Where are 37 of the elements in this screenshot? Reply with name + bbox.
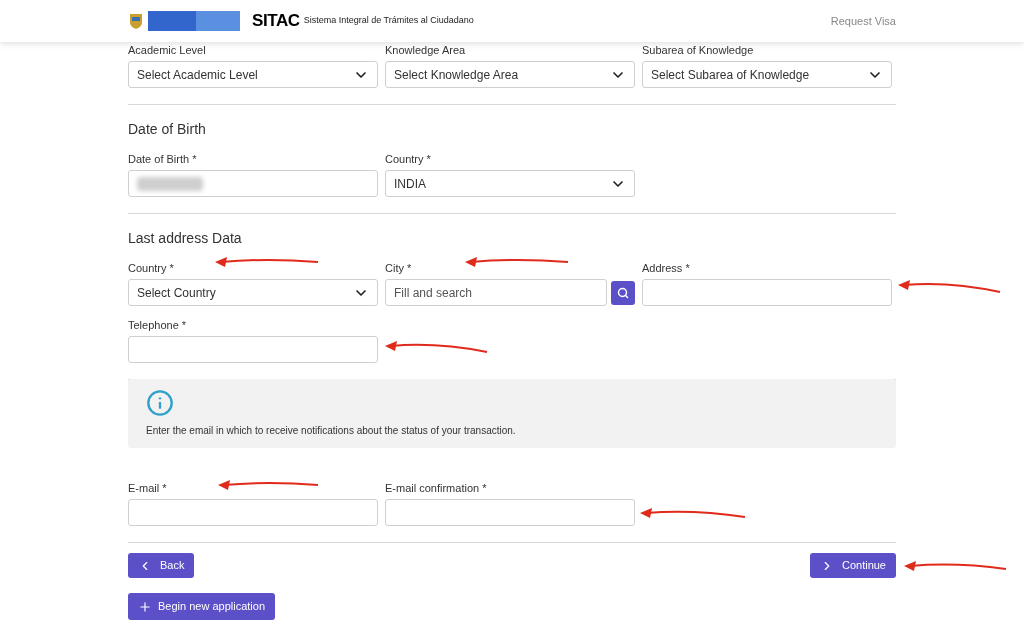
request-visa-link[interactable]: Request Visa xyxy=(830,12,896,30)
notice-text: Enter the email in which to receive notifications about the status of your transaction. xyxy=(146,424,517,438)
input-field[interactable] xyxy=(642,279,892,306)
input-field[interactable] xyxy=(385,499,635,526)
continue-button[interactable]: Continue xyxy=(809,553,896,578)
field-label: Date of Birth * xyxy=(128,152,197,166)
field-label: E-mail * xyxy=(128,481,167,495)
brand-subtitle: Sistema Integral de Trámites al Ciudadano xyxy=(303,14,474,28)
select-field[interactable]: Select Subarea of Knowledge xyxy=(642,61,892,88)
input-field[interactable] xyxy=(128,336,378,363)
field-label: Address * xyxy=(642,261,690,275)
field-label: City * xyxy=(385,261,412,275)
select-field[interactable]: Select Knowledge Area xyxy=(385,61,635,88)
section-title: Date of Birth xyxy=(128,120,207,139)
select-field[interactable]: INDIA xyxy=(385,170,635,197)
back-button[interactable]: Back xyxy=(128,553,195,578)
brand-name: SITAC xyxy=(252,10,300,33)
search-field[interactable]: Fill and search xyxy=(385,279,607,306)
blurred-value xyxy=(137,176,203,191)
field-label: Country * xyxy=(128,261,174,275)
crest-icon xyxy=(128,12,144,30)
date-field[interactable] xyxy=(128,170,378,197)
info-icon xyxy=(146,389,174,417)
field-label: Academic Level xyxy=(128,43,206,57)
field-label: Subarea of Knowledge xyxy=(642,43,754,57)
select-field[interactable]: Select Academic Level xyxy=(128,61,378,88)
search-button[interactable] xyxy=(611,280,635,305)
field-label: E-mail confirmation * xyxy=(385,481,487,495)
section-title: Last address Data xyxy=(128,229,243,248)
select-field[interactable]: Select Country xyxy=(128,279,378,306)
search-icon xyxy=(617,286,629,299)
begin-new-application-button[interactable]: Begin new application xyxy=(128,593,276,620)
field-label: Knowledge Area xyxy=(385,43,466,57)
plus-icon xyxy=(138,599,152,614)
field-label: Telephone * xyxy=(128,318,187,332)
input-field[interactable] xyxy=(128,499,378,526)
field-label: Country * xyxy=(385,152,431,166)
